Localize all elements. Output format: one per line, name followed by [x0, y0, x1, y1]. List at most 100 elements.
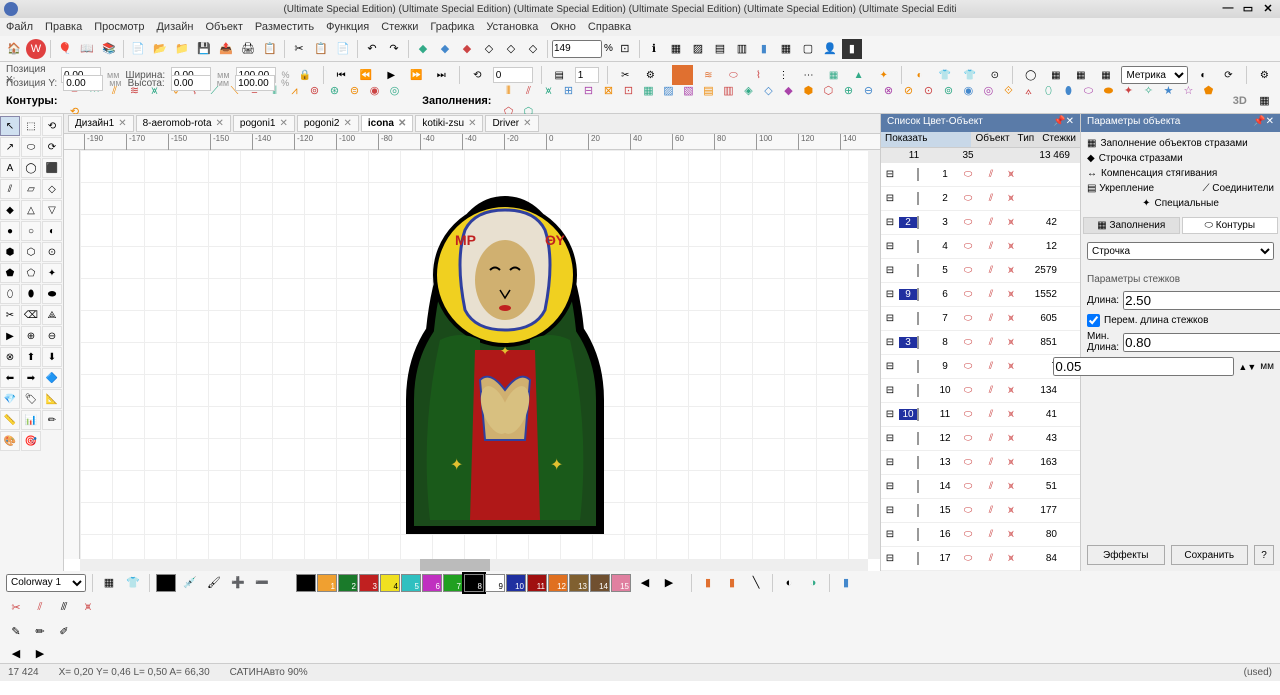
menu-Окно[interactable]: Окно [550, 21, 576, 33]
tab-fills[interactable]: ▦ Заполнения [1083, 217, 1180, 234]
redo-icon[interactable]: ↷ [384, 39, 404, 59]
menu-Файл[interactable]: Файл [6, 21, 33, 33]
fill-type-33[interactable]: ★ [1158, 80, 1178, 100]
palette-color-12[interactable]: 12 [548, 574, 568, 592]
object-row[interactable]: ⊟2⬭⫽⩙ [881, 187, 1080, 211]
fill-type-0[interactable]: ⫴ [498, 81, 518, 101]
object-row[interactable]: ⊟17⬭⫽⩙84 [881, 547, 1080, 571]
tool-44[interactable]: ✏ [42, 410, 62, 430]
copy-icon[interactable]: 📋 [311, 39, 331, 59]
tool-45[interactable]: 🎨 [0, 431, 20, 451]
fill-type-20[interactable]: ⊘ [898, 80, 918, 100]
stitch-type-select[interactable]: Строчка [1087, 242, 1274, 260]
fill-type-27[interactable]: ⬯ [1038, 81, 1058, 101]
tab-close-icon[interactable]: ✕ [398, 118, 406, 129]
tool-28[interactable]: ⌫ [21, 305, 41, 325]
tool-26[interactable]: ⬬ [42, 284, 62, 304]
menu-Стежки[interactable]: Стежки [381, 21, 418, 33]
fill-type-5[interactable]: ⊠ [598, 80, 618, 100]
tool-c-icon[interactable]: ◆ [457, 39, 477, 59]
tool-5[interactable]: ⟳ [42, 137, 62, 157]
tab-close-icon[interactable]: ✕ [468, 118, 476, 129]
tool-40[interactable]: 🏷 [21, 389, 41, 409]
close-button[interactable]: ✕ [1260, 2, 1276, 16]
panel2-pin-icon[interactable]: 📌 [1253, 116, 1265, 127]
opt-rhinestone-fill[interactable]: ▦ Заполнение объектов стразами [1087, 136, 1274, 151]
tool-6[interactable]: A [0, 158, 20, 178]
outline-type-15[interactable]: ◉ [365, 80, 385, 100]
current-color[interactable] [156, 574, 176, 592]
tool-18[interactable]: ⬢ [0, 242, 20, 262]
edit-c-icon[interactable]: ✐ [54, 621, 74, 641]
outline-type-16[interactable]: ◎ [385, 80, 405, 100]
fill-type-9[interactable]: ▧ [678, 80, 698, 100]
save-button[interactable]: Сохранить [1171, 545, 1249, 565]
fill-type-11[interactable]: ▥ [718, 80, 738, 100]
palette-color-9[interactable]: 9 [485, 574, 505, 592]
tool-d-icon[interactable]: ◇ [479, 39, 499, 59]
tab-Дизайн1[interactable]: Дизайн1✕ [68, 115, 134, 132]
menu-Правка[interactable]: Правка [45, 21, 82, 33]
opt-connectors[interactable]: ⟋ Соединители [1202, 183, 1274, 194]
fill-type-34[interactable]: ☆ [1178, 80, 1198, 100]
view-b-icon[interactable]: ▨ [688, 39, 708, 59]
tool-12[interactable]: ◆ [0, 200, 20, 220]
tool-22[interactable]: ⬠ [21, 263, 41, 283]
object-list[interactable]: ⊟1⬭⫽⩙⊟2⬭⫽⩙⊟23⬭⫽⩙42⊟4⬭⫽⩙12⊟5⬭⫽⩙2579⊟96⬭⫽⩙… [881, 163, 1080, 571]
col-stitches[interactable]: Стежки [1038, 132, 1080, 147]
opt-underlay[interactable]: ▤ Укрепление [1087, 183, 1154, 194]
thread-a-icon[interactable]: ▮ [698, 573, 718, 593]
tool-7[interactable]: ◯ [21, 158, 41, 178]
tool-35[interactable]: ⬇ [42, 347, 62, 367]
menu-Справка[interactable]: Справка [588, 21, 631, 33]
view-toggle-icon[interactable]: ▦ [1255, 91, 1274, 111]
length-input[interactable] [1123, 291, 1280, 310]
wheel-b-icon[interactable]: ◑ [803, 573, 823, 593]
view-h-icon[interactable]: ▮ [842, 39, 862, 59]
pal-scroll-left-icon[interactable]: ◀ [635, 573, 655, 593]
undo-icon[interactable]: ↶ [362, 39, 382, 59]
panel2-close-icon[interactable]: ✕ [1266, 116, 1274, 127]
view-e-icon[interactable]: ▮ [754, 39, 774, 59]
fill-type-7[interactable]: ▦ [638, 80, 658, 100]
fill-type-8[interactable]: ▨ [658, 80, 678, 100]
tool-15[interactable]: ● [0, 221, 20, 241]
nav-left-icon[interactable]: ◀ [6, 643, 26, 663]
tab-close-icon[interactable]: ✕ [523, 118, 531, 129]
fill-type-31[interactable]: ✦ [1118, 80, 1138, 100]
fill-type-32[interactable]: ✧ [1138, 80, 1158, 100]
maximize-button[interactable]: ▭ [1240, 2, 1256, 16]
tool-23[interactable]: ✦ [42, 263, 62, 283]
tab-icona[interactable]: icona✕ [361, 115, 414, 132]
fill-type-30[interactable]: ⬬ [1098, 81, 1118, 101]
outline-type-12[interactable]: ⊚ [305, 80, 325, 100]
tool-25[interactable]: ⬮ [21, 284, 41, 304]
tab-kotiki-zsu[interactable]: kotiki-zsu✕ [415, 115, 483, 132]
tool-42[interactable]: 📏 [0, 410, 20, 430]
palette-color-3[interactable]: 3 [359, 574, 379, 592]
recent-icon[interactable]: 📁 [172, 39, 192, 59]
posy-input[interactable] [63, 75, 103, 91]
menu-Функция[interactable]: Функция [326, 21, 369, 33]
view-g-icon[interactable]: ▢ [798, 39, 818, 59]
palette-color-6[interactable]: 6 [422, 574, 442, 592]
remove-color-icon[interactable]: ➖ [252, 573, 272, 593]
fx-d-icon[interactable]: ⩙ [78, 597, 98, 617]
books-icon[interactable]: 📚 [99, 39, 119, 59]
tool-20[interactable]: ⊙ [42, 242, 62, 262]
3d-toggle[interactable]: 3D [1228, 91, 1252, 111]
height-input[interactable] [171, 75, 211, 91]
object-row[interactable]: ⊟9⬭⫽⩙7 [881, 355, 1080, 379]
tool-39[interactable]: 💎 [0, 389, 20, 409]
opt-special[interactable]: ✦ Специальные [1087, 196, 1274, 211]
object-row[interactable]: ⊟7⬭⫽⩙605 [881, 307, 1080, 331]
pal-scroll-right-icon[interactable]: ▶ [659, 573, 679, 593]
fill-type-15[interactable]: ⬢ [798, 80, 818, 100]
tool-29[interactable]: ⟁ [42, 305, 62, 325]
palette-color-15[interactable]: 15 [611, 574, 631, 592]
fill-type-35[interactable]: ⬟ [1198, 80, 1218, 100]
palette-color-5[interactable]: 5 [401, 574, 421, 592]
col-object[interactable]: Объект [971, 132, 1013, 147]
tool-37[interactable]: ➡ [21, 368, 41, 388]
fill-type-17[interactable]: ⊕ [838, 80, 858, 100]
